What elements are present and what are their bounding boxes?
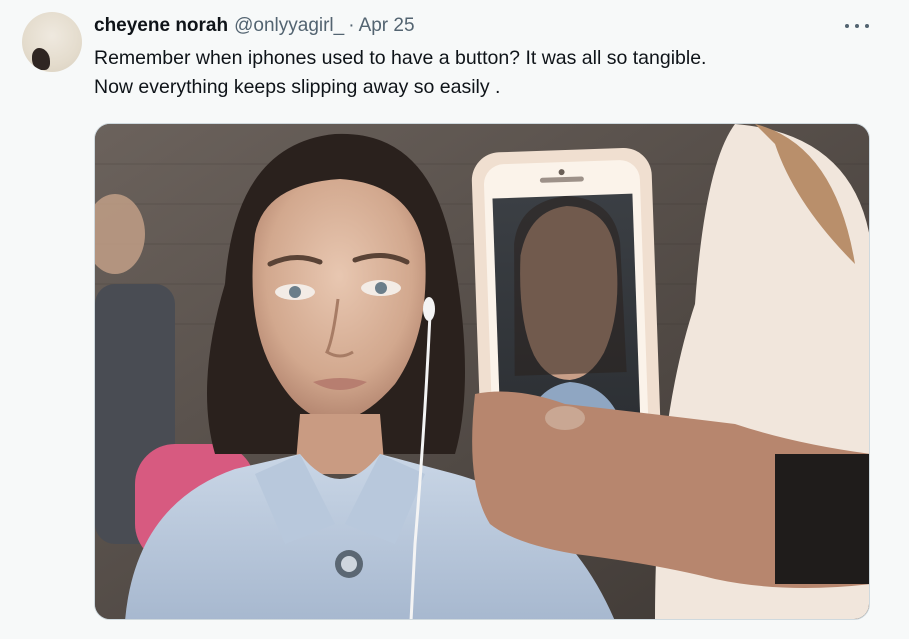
avatar-hair — [32, 48, 50, 70]
more-icon[interactable] — [845, 20, 869, 32]
more-dot — [865, 24, 869, 28]
more-dot — [845, 24, 849, 28]
display-name[interactable]: cheyene norah — [94, 14, 228, 38]
more-dot — [855, 24, 859, 28]
tweet-text-line: Remember when iphones used to have a but… — [94, 47, 707, 69]
tweet-text: Remember when iphones used to have a but… — [94, 44, 874, 102]
avatar[interactable] — [22, 12, 82, 72]
tweet-date[interactable]: Apr 25 — [359, 14, 415, 38]
photo-illustration — [95, 124, 869, 619]
tweet-text-line: Now everything keeps slipping away so ea… — [94, 76, 501, 98]
tweet-media-photo[interactable] — [94, 123, 870, 620]
tweet-header: cheyene norah @onlyyagirl_ · Apr 25 — [94, 14, 415, 40]
tweet: cheyene norah @onlyyagirl_ · Apr 25 Reme… — [0, 0, 909, 639]
separator-dot: · — [348, 15, 355, 36]
user-handle[interactable]: @onlyyagirl_ — [234, 14, 344, 38]
